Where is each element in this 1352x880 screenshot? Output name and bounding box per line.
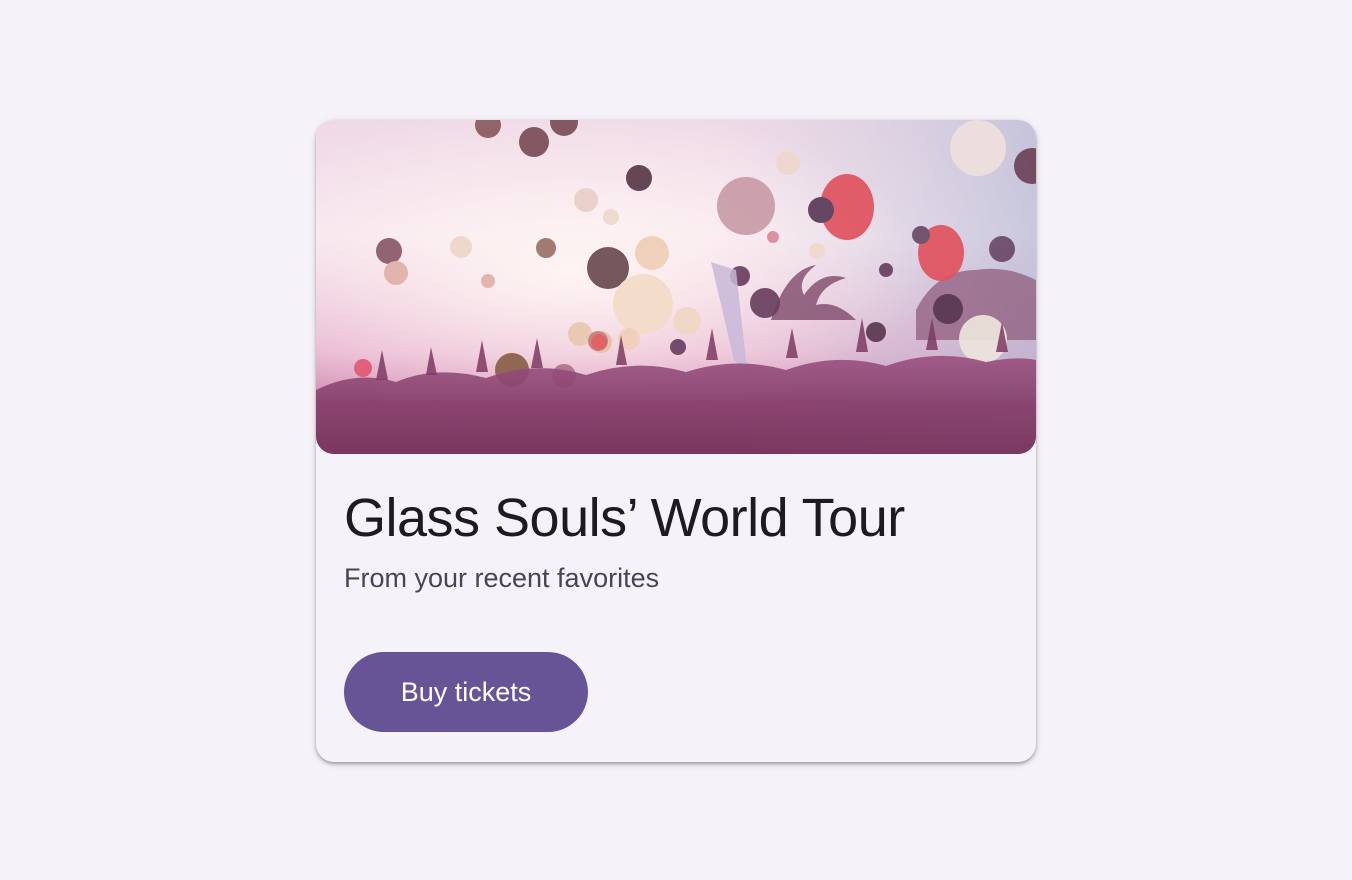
event-title: Glass Souls’ World Tour [344,488,905,548]
hero-image [316,120,1036,454]
buy-tickets-button[interactable]: Buy tickets [344,652,588,732]
event-subtitle: From your recent favorites [344,563,660,593]
event-card: Glass Souls’ World Tour From your recent… [316,120,1036,762]
